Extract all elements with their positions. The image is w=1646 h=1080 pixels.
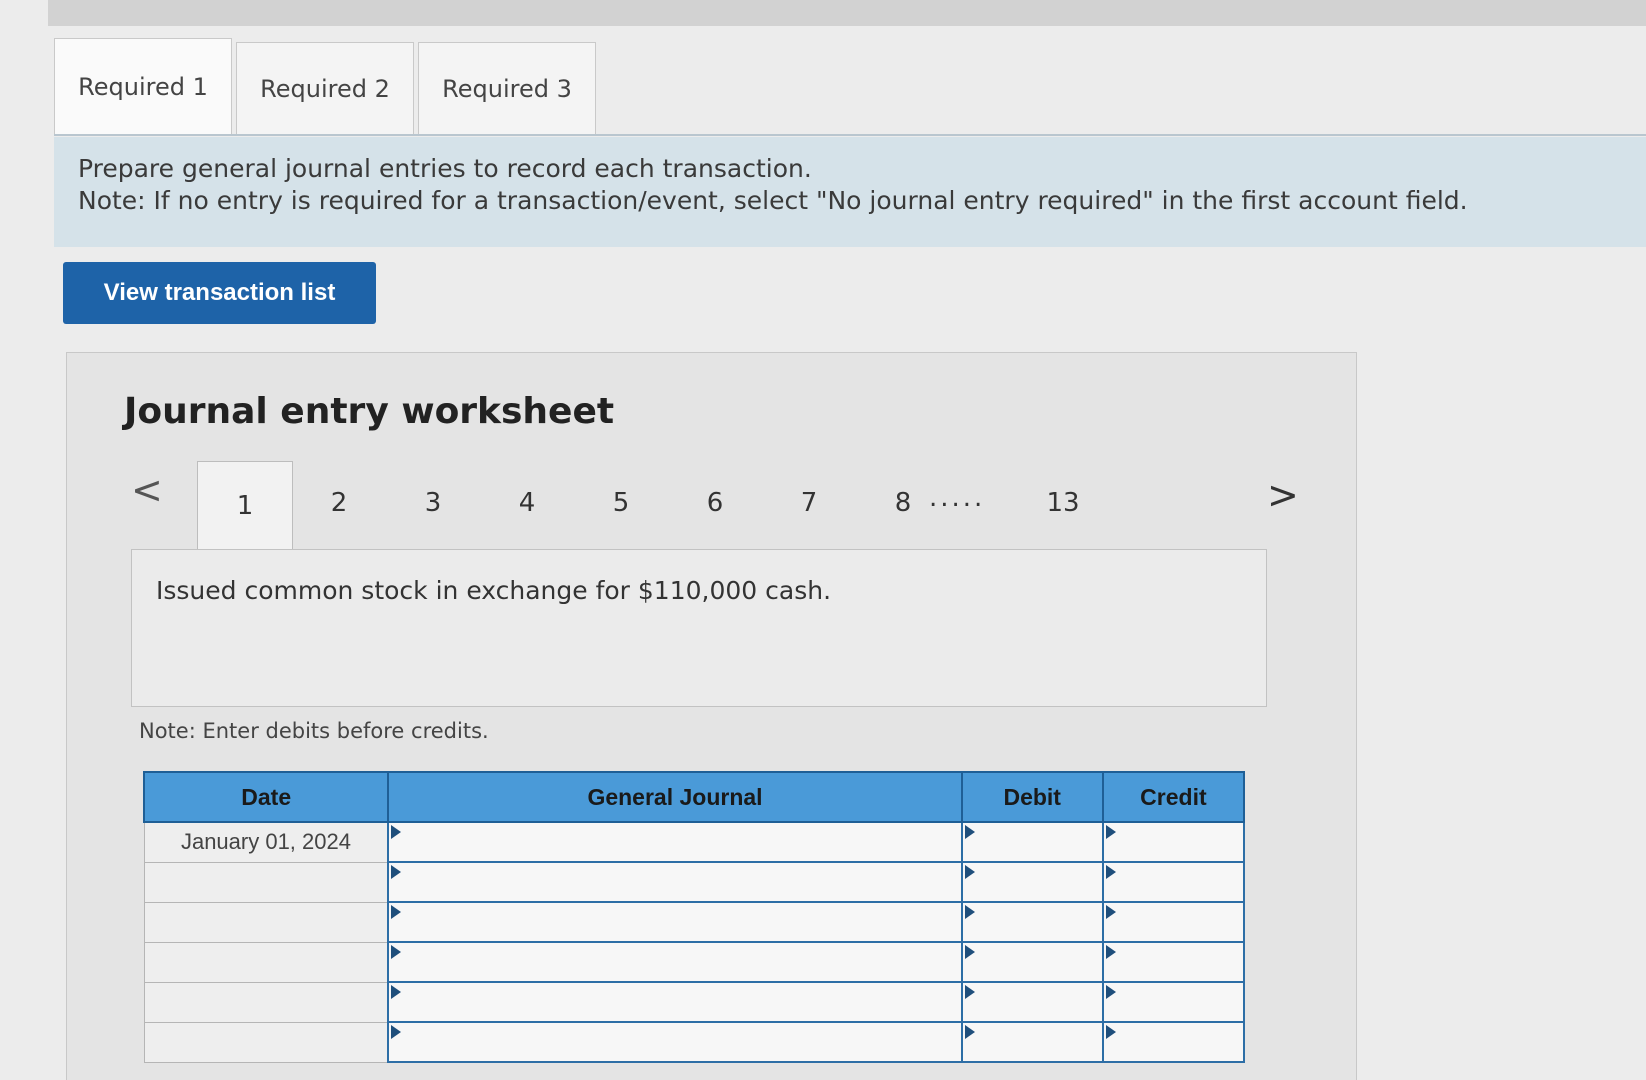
tab-required-1[interactable]: Required 1 — [54, 38, 232, 134]
date-cell — [143, 941, 389, 983]
step-tab-7[interactable]: 7 — [761, 461, 857, 545]
general-journal-header: General Journal — [387, 771, 963, 823]
credit-header: Credit — [1101, 771, 1246, 823]
journal-entry-worksheet: Journal entry worksheet < 1 2 3 4 5 6 7 … — [66, 352, 1357, 1080]
dropdown-flag-icon — [1105, 1025, 1116, 1039]
credit-field[interactable] — [1101, 901, 1246, 943]
dropdown-flag-icon — [964, 865, 975, 879]
debit-field[interactable] — [960, 941, 1104, 983]
step-tab-3[interactable]: 3 — [385, 461, 481, 545]
account-field[interactable] — [387, 1021, 963, 1063]
debit-field[interactable] — [960, 861, 1104, 903]
debits-note: Note: Enter debits before credits. — [139, 719, 489, 743]
dropdown-flag-icon — [964, 945, 975, 959]
top-bar — [48, 0, 1646, 26]
date-cell — [143, 861, 389, 903]
dropdown-flag-icon — [964, 985, 975, 999]
table-row: January 01, 2024 — [143, 821, 1246, 863]
chevron-right-icon[interactable]: > — [1267, 473, 1299, 517]
dropdown-flag-icon — [1105, 865, 1116, 879]
worksheet-title: Journal entry worksheet — [124, 391, 615, 432]
tab-divider — [54, 134, 1646, 136]
step-tab-5[interactable]: 5 — [573, 461, 669, 545]
step-tab-4[interactable]: 4 — [479, 461, 575, 545]
steps-ellipsis: ..... — [929, 483, 986, 513]
chevron-left-icon[interactable]: < — [131, 468, 163, 512]
table-row — [143, 981, 1246, 1023]
transaction-description: Issued common stock in exchange for $110… — [131, 549, 1267, 707]
tab-required-3[interactable]: Required 3 — [418, 42, 596, 134]
table-row — [143, 901, 1246, 943]
account-field[interactable] — [387, 941, 963, 983]
requirement-tabs: Required 1 Required 2 Required 3 — [54, 38, 600, 134]
dropdown-flag-icon — [964, 825, 975, 839]
dropdown-flag-icon — [964, 905, 975, 919]
debit-field[interactable] — [960, 1021, 1104, 1063]
credit-field[interactable] — [1101, 861, 1246, 903]
instructions-panel: Prepare general journal entries to recor… — [54, 137, 1646, 247]
table-header-row: Date General Journal Debit Credit — [142, 771, 1246, 823]
step-tab-1[interactable]: 1 — [197, 461, 293, 549]
dropdown-flag-icon — [391, 905, 402, 919]
date-cell — [143, 901, 389, 943]
dropdown-flag-icon — [391, 985, 402, 999]
account-field[interactable] — [387, 861, 963, 903]
table-row — [143, 941, 1246, 983]
debit-field[interactable] — [960, 901, 1104, 943]
date-header: Date — [142, 771, 390, 823]
transaction-description-text: Issued common stock in exchange for $110… — [156, 576, 832, 605]
table-row — [143, 1021, 1246, 1063]
dropdown-flag-icon — [1105, 985, 1116, 999]
instructions-line-1: Prepare general journal entries to recor… — [78, 154, 812, 183]
account-field[interactable] — [387, 901, 963, 943]
dropdown-flag-icon — [1105, 945, 1116, 959]
tab-required-2[interactable]: Required 2 — [236, 42, 414, 134]
date-cell — [143, 1021, 389, 1063]
view-transaction-list-button[interactable]: View transaction list — [63, 262, 376, 324]
dropdown-flag-icon — [391, 945, 402, 959]
account-field[interactable] — [387, 821, 963, 863]
dropdown-flag-icon — [391, 865, 402, 879]
debit-header: Debit — [960, 771, 1104, 823]
debit-field[interactable] — [960, 821, 1104, 863]
dropdown-flag-icon — [964, 1025, 975, 1039]
dropdown-flag-icon — [1105, 905, 1116, 919]
dropdown-flag-icon — [391, 825, 402, 839]
debit-field[interactable] — [960, 981, 1104, 1023]
credit-field[interactable] — [1101, 1021, 1246, 1063]
step-tab-2[interactable]: 2 — [291, 461, 387, 545]
credit-field[interactable] — [1101, 821, 1246, 863]
date-cell: January 01, 2024 — [143, 821, 389, 863]
table-row — [143, 861, 1246, 903]
instructions-line-2: Note: If no entry is required for a tran… — [78, 186, 1468, 215]
date-cell — [143, 981, 389, 1023]
journal-table: Date General Journal Debit Credit Januar… — [142, 771, 1246, 1063]
credit-field[interactable] — [1101, 981, 1246, 1023]
dropdown-flag-icon — [1105, 825, 1116, 839]
credit-field[interactable] — [1101, 941, 1246, 983]
step-tab-6[interactable]: 6 — [667, 461, 763, 545]
account-field[interactable] — [387, 981, 963, 1023]
dropdown-flag-icon — [391, 1025, 402, 1039]
step-tab-13[interactable]: 13 — [1015, 461, 1111, 545]
